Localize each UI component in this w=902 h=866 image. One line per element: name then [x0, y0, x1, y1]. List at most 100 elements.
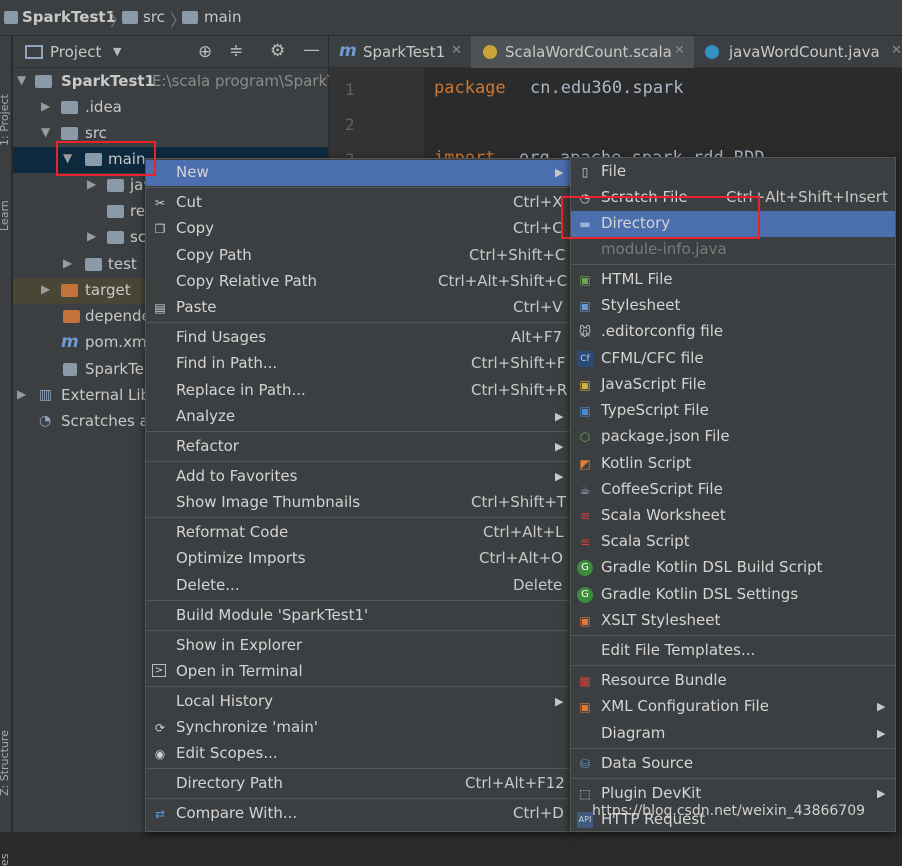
menu-item-compare-with[interactable]: ⇄ Compare With... Ctrl+D	[146, 801, 571, 827]
menu-item-shortcut: Ctrl+C	[513, 219, 563, 237]
new-item-file[interactable]: ▯ File	[571, 159, 895, 185]
menu-item-cut[interactable]: ✂ Cut Ctrl+X	[146, 190, 571, 216]
line-number: 1	[345, 80, 355, 99]
menu-item-label: CFML/CFC file	[601, 349, 704, 367]
menu-item-synchronize[interactable]: ⟳ Synchronize 'main'	[146, 715, 571, 741]
menu-item-analyze[interactable]: Analyze ▶	[146, 404, 571, 430]
folder-icon	[61, 127, 78, 140]
menu-item-show-image-thumbnails[interactable]: Show Image Thumbnails Ctrl+Shift+T	[146, 490, 571, 516]
menu-item-build-module[interactable]: Build Module 'SparkTest1'	[146, 603, 571, 629]
menu-item-find-in-path[interactable]: Find in Path... Ctrl+Shift+F	[146, 351, 571, 377]
menu-item-label: XSLT Stylesheet	[601, 611, 720, 629]
menu-item-shortcut: Ctrl+Alt+F12	[465, 774, 565, 792]
structure-tool-button[interactable]: Z: Structure	[0, 730, 11, 796]
menu-item-replace-in-path[interactable]: Replace in Path... Ctrl+Shift+R	[146, 378, 571, 404]
new-item-typescript[interactable]: ▣ TypeScript File	[571, 398, 895, 424]
minimize-icon[interactable]: —	[303, 40, 320, 60]
menu-item-find-usages[interactable]: Find Usages Alt+F7	[146, 325, 571, 351]
close-icon[interactable]: ✕	[674, 43, 685, 58]
tab-scala-word-count[interactable]: ScalaWordCount.scala ✕	[471, 36, 694, 68]
menu-separator	[571, 778, 895, 779]
menu-separator	[146, 600, 571, 601]
clipboard-icon: ▤	[152, 300, 168, 316]
menu-item-shortcut: Ctrl+Shift+C	[469, 246, 565, 264]
menu-item-label: Plugin DevKit	[601, 784, 701, 802]
menu-item-label: New	[176, 163, 209, 181]
new-item-stylesheet[interactable]: ▣ Stylesheet	[571, 293, 895, 319]
menu-item-show-in-explorer[interactable]: Show in Explorer	[146, 633, 571, 659]
favorites-tool-button[interactable]: es	[0, 854, 11, 866]
tree-item-path: E:\scala program\SparkT	[152, 72, 336, 90]
project-view-title[interactable]: Project	[50, 43, 101, 61]
maven-icon: m	[61, 332, 79, 352]
menu-item-directory-path[interactable]: Directory Path Ctrl+Alt+F12	[146, 771, 571, 797]
menu-item-copy-path[interactable]: Copy Path Ctrl+Shift+C	[146, 243, 571, 269]
new-item-module-info[interactable]: module-info.java	[571, 237, 895, 263]
expanded-arrow-icon: ▼	[17, 73, 26, 87]
java-class-icon	[705, 45, 719, 59]
new-item-editorconfig[interactable]: 🐭 .editorconfig file	[571, 319, 895, 345]
learn-tool-button[interactable]: Learn	[0, 200, 11, 231]
gradle-icon: G	[577, 560, 593, 576]
menu-item-open-in-terminal[interactable]: > Open in Terminal	[146, 659, 571, 685]
code-keyword-package: package	[434, 78, 506, 98]
new-item-javascript[interactable]: ▣ JavaScript File	[571, 372, 895, 398]
new-item-cfml[interactable]: Cf CFML/CFC file	[571, 346, 895, 372]
menu-item-label: Analyze	[176, 407, 235, 425]
context-menu: New ▶ ✂ Cut Ctrl+X ❐ Copy Ctrl+C Copy Pa…	[145, 158, 572, 832]
tree-item-idea[interactable]: ▶ .idea	[13, 95, 328, 121]
breadcrumb-src[interactable]: src	[143, 8, 165, 26]
collapse-icon[interactable]: ≑	[229, 41, 243, 61]
coffeescript-icon: ☕	[577, 482, 593, 498]
menu-item-delete[interactable]: Delete... Delete	[146, 573, 571, 599]
menu-item-shortcut: Ctrl+Alt+O	[479, 549, 563, 567]
new-item-data-source[interactable]: ⛁ Data Source	[571, 751, 895, 777]
menu-item-copy-relative-path[interactable]: Copy Relative Path Ctrl+Alt+Shift+C	[146, 269, 571, 295]
collapsed-arrow-icon: ▶	[87, 229, 96, 243]
chevron-down-icon[interactable]: ▼	[113, 45, 121, 58]
tab-java-word-count[interactable]: javaWordCount.java ✕	[695, 36, 902, 68]
close-icon[interactable]: ✕	[451, 43, 462, 58]
menu-item-optimize-imports[interactable]: Optimize Imports Ctrl+Alt+O	[146, 546, 571, 572]
folder-icon	[122, 11, 138, 24]
menu-item-copy[interactable]: ❐ Copy Ctrl+C	[146, 216, 571, 242]
new-item-resource-bundle[interactable]: ▦ Resource Bundle	[571, 668, 895, 694]
menu-item-reformat-code[interactable]: Reformat Code Ctrl+Alt+L	[146, 520, 571, 546]
new-item-diagram[interactable]: Diagram ▶	[571, 721, 895, 747]
new-item-xml-configuration[interactable]: ▣ XML Configuration File ▶	[571, 694, 895, 720]
tree-item-label: Scratches a	[61, 412, 149, 430]
menu-item-paste[interactable]: ▤ Paste Ctrl+V	[146, 295, 571, 321]
menu-item-local-history[interactable]: Local History ▶	[146, 689, 571, 715]
new-item-scala-script[interactable]: ≡ Scala Script	[571, 529, 895, 555]
menu-item-label: Scala Worksheet	[601, 506, 726, 524]
menu-item-shortcut: Ctrl+Alt+L	[483, 523, 564, 541]
new-item-xslt[interactable]: ▣ XSLT Stylesheet	[571, 608, 895, 634]
tree-item-sparktest1[interactable]: ▼ SparkTest1 E:\scala program\SparkT	[13, 69, 328, 95]
close-icon[interactable]: ✕	[891, 43, 902, 58]
new-item-scala-worksheet[interactable]: ≡ Scala Worksheet	[571, 503, 895, 529]
new-item-gradle-settings[interactable]: G Gradle Kotlin DSL Settings	[571, 582, 895, 608]
menu-separator	[571, 635, 895, 636]
new-item-edit-file-templates[interactable]: Edit File Templates...	[571, 638, 895, 664]
menu-item-edit-scopes[interactable]: ◉ Edit Scopes...	[146, 741, 571, 767]
new-item-kotlin-script[interactable]: ◩ Kotlin Script	[571, 451, 895, 477]
menu-item-label: Refactor	[176, 437, 239, 455]
nodejs-icon: ⬡	[577, 429, 593, 445]
new-item-package-json[interactable]: ⬡ package.json File	[571, 424, 895, 450]
project-tool-button[interactable]: 1: Project	[0, 94, 11, 146]
menu-item-label: Build Module 'SparkTest1'	[176, 606, 368, 624]
breadcrumb-main[interactable]: main	[204, 8, 241, 26]
menu-item-label: module-info.java	[601, 240, 727, 258]
menu-item-new[interactable]: New ▶	[146, 160, 571, 186]
new-item-html-file[interactable]: ▣ HTML File	[571, 267, 895, 293]
scratches-icon: ◔	[39, 413, 51, 429]
new-item-coffeescript[interactable]: ☕ CoffeeScript File	[571, 477, 895, 503]
highlight-box-main-folder	[56, 141, 156, 176]
tab-sparktest1[interactable]: m SparkTest1 ✕	[329, 36, 470, 68]
menu-item-refactor[interactable]: Refactor ▶	[146, 434, 571, 460]
gear-icon[interactable]: ⚙	[270, 41, 285, 61]
breadcrumb-project[interactable]: SparkTest1	[22, 8, 116, 26]
new-item-gradle-build-script[interactable]: G Gradle Kotlin DSL Build Script	[571, 555, 895, 581]
menu-item-add-to-favorites[interactable]: Add to Favorites ▶	[146, 464, 571, 490]
locate-icon[interactable]: ⊕	[198, 42, 212, 62]
